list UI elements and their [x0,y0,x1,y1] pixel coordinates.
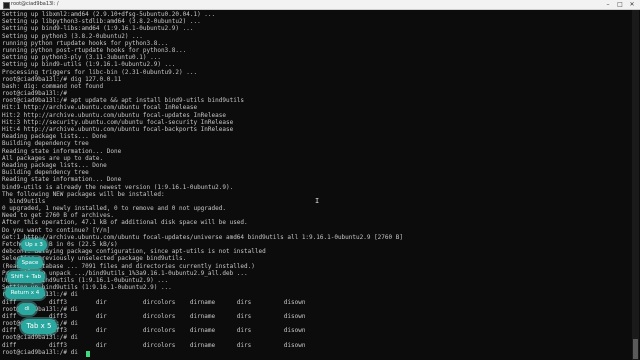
terminal-line: Hit:4 http://archive.ubuntu.com/ubuntu f… [2,126,234,133]
terminal-line: root@ciad9ba13l:/# [2,90,68,98]
terminal-line: Setting up libxml2:amd64 (2.9.10+dfsg-5u… [2,11,216,18]
terminal-line: Hit:3 http://security.ubuntu.com/ubuntu … [2,118,234,126]
keystroke-overlay: Shift + Tab [7,271,45,283]
window-title: root@ciad9ba13l: / [11,1,59,7]
terminal-line: running python post-rtupdate hooks for p… [2,46,187,54]
terminal-line: All packages are up to date. [2,154,104,162]
terminal-line: Selecting previously unselected package … [2,255,187,263]
terminal-line: Reading state information... Done [2,176,122,184]
keystroke-overlay: Up x 3 [21,239,47,251]
terminal-line: Reading package lists... Done [2,161,107,169]
terminal-line: root@ciad9ba13l:/# di [2,334,78,342]
minimize-icon[interactable]: – [602,0,614,9]
terminal-line: bind9utils [2,197,46,205]
terminal-line: 0 upgraded, 1 newly installed, 0 to remo… [2,205,226,213]
terminal-line: Setting up bind9-utils (1:9.16.1-0ubuntu… [2,61,176,69]
terminal-line: Setting up bind9-libs:amd64 (1:9.16.1-0u… [2,25,194,33]
terminal-line: Hit:1 http://archive.ubuntu.com/ubuntu f… [2,104,198,112]
terminal-line: Setting up python3 (3.8.2-0ubuntu2) ... [2,32,143,40]
terminal-line: Processing triggers for libc-bin (2.31-0… [2,68,198,76]
title-bar[interactable]: root@ciad9ba13l: / – □ ✕ [0,0,640,10]
terminal-line: debconf: delaying package configuration,… [2,248,266,256]
terminal-line: bind9-utils is already the newest versio… [2,183,234,191]
terminal-cursor [86,350,90,357]
terminal-line: Fetched 2760 B in 0s (22.5 kB/s) [2,241,118,248]
keystroke-overlay: Tab x 5 [21,319,57,334]
terminal-line: bash: dig: command not found [2,82,104,90]
terminal-line: Setting up libpython3-stdlib:amd64 (3.8.… [2,18,201,26]
terminal-line: Building dependency tree [2,140,89,148]
scrollbar[interactable] [632,10,639,360]
terminal-line: root@ciad9ba13l:/# di [2,348,78,356]
terminal-window: root@ciad9ba13l: / – □ ✕ Setting up libx… [0,0,640,360]
close-icon[interactable]: ✕ [626,0,638,9]
terminal-line: root@ciad9ba13l:/# apt update && apt ins… [2,97,245,105]
terminal-line: root@ciad9ba13l:/# di [2,320,78,328]
terminal-line: Reading package lists... Done [2,133,107,141]
terminal-line: root@ciad9ba13l:/# dig 127.0.0.11 [2,75,122,83]
maximize-icon[interactable]: □ [614,0,626,9]
terminal-line: Preparing to unpack .../bind9utils_1%3a9… [2,269,248,277]
terminal-line: running python rtupdate hooks for python… [2,39,169,47]
terminal-line: Hit:2 http://archive.ubuntu.com/ubuntu f… [2,111,226,119]
terminal-line: diff diff3 dir dircolors dirname dirs di… [2,312,306,320]
terminal-icon [3,2,10,9]
terminal-line: Unpacking bind9utils (1:9.16.1-0ubuntu2.… [2,276,169,284]
terminal-line: root@ciad9ba13l:/# di [2,305,78,313]
terminal-line: After this operation, 47.1 kB of additio… [2,219,248,227]
terminal-line: diff diff3 dir dircolors dirname dirs di… [2,341,306,349]
terminal-line: The following NEW packages will be insta… [2,190,165,198]
terminal-line: Building dependency tree [2,169,89,177]
terminal-line: Do you want to continue? [Y/n] [2,226,111,234]
terminal-line: Reading state information... Done [2,147,122,155]
terminal-line: Setting up python3-ply (3.11-3ubuntu0.1)… [2,54,161,62]
terminal-line: Need to get 2760 B of archives. [2,212,114,220]
terminal-line: root@ciad9ba13l:/# di [2,291,78,299]
scrollbar-thumb[interactable] [633,339,638,359]
terminal-line: Setting up bind9utils (1:9.16.1-0ubuntu2… [2,284,172,292]
terminal-line: diff diff3 dir dircolors dirname dirs di… [2,327,306,335]
terminal-line: diff diff3 dir dircolors dirname dirs di… [2,298,306,306]
keystroke-overlay: Space [17,257,43,269]
text-cursor-icon: I [315,197,320,205]
keystroke-overlay: Return x 4 [5,287,45,299]
terminal-output[interactable]: Setting up libxml2:amd64 (2.9.10+dfsg-5u… [2,11,622,360]
terminal-line: (Reading database ... 7091 files and dir… [2,262,255,270]
terminal-line: Get:1 http://archive.ubuntu.com/ubuntu f… [2,233,403,241]
keystroke-overlay: di [18,303,36,315]
